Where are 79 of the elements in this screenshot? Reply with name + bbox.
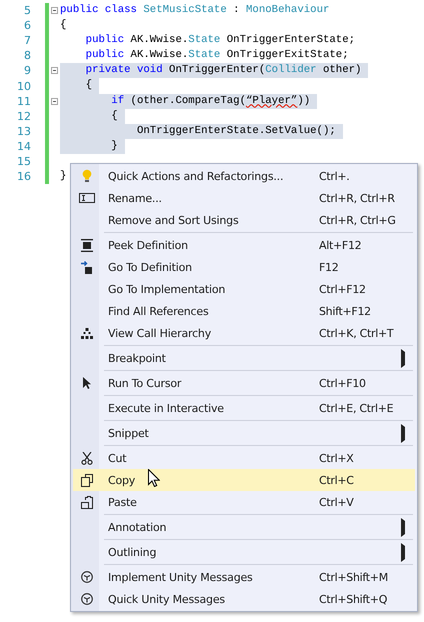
scissors-icon [81,452,93,464]
menu-item[interactable]: Quick Actions and Refactorings... Ctrl+. [73,165,415,187]
menu-label: Go To Definition [108,260,192,274]
menu-label: Peek Definition [108,238,188,252]
menu-label: Go To Implementation [108,282,226,296]
menu-label: Quick Unity Messages [108,592,225,606]
menu-item[interactable]: Go To Definition F12 [73,256,415,278]
code-line: public AK.Wwise.State OnTriggerExitState; [84,48,349,64]
line-number: 13 [16,124,31,138]
shortcut-text: Ctrl+F12 [319,282,367,296]
shortcut-text: F12 [319,260,340,274]
menu-item[interactable]: Rename... Ctrl+R, Ctrl+R [73,187,415,209]
menu-label: Cut [108,452,126,464]
menu-label: Implement Unity Messages [108,570,253,584]
shortcut-text: Ctrl+K, Ctrl+T [319,326,395,340]
go-to-definition-icon [81,260,92,274]
line-number: 8 [23,49,31,62]
line-number: 9 [23,64,31,78]
menu-item[interactable]: Remove and Sort Usings Ctrl+R, Ctrl+G [73,209,415,231]
shortcut-text: Alt+F12 [319,238,362,252]
pointer-icon [82,377,90,389]
menu-label: Breakpoint [108,352,166,364]
menu-item[interactable]: Go To Implementation Ctrl+F12 [73,278,415,300]
menu-label: Snippet [108,426,149,440]
menu-item[interactable]: Implement Unity Messages Ctrl+Shift+M [73,566,415,588]
paste-icon [81,496,93,508]
code-line: { [60,18,66,34]
menu-label: View Call Hierarchy [108,326,211,340]
line-number: 14 [16,140,31,153]
menu-label: Quick Actions and Refactorings... [108,170,284,182]
collapse-icon[interactable] [51,98,58,105]
shortcut-text: Ctrl+X [319,452,355,464]
shortcut-text: Ctrl+C [319,474,355,486]
line-number: 5 [23,4,31,18]
code-line: public AK.Wwise.State OnTriggerEnterState; [84,33,356,48]
shortcut-text: Ctrl+V [319,496,355,508]
shortcut-text: Ctrl+Shift+M [319,570,389,584]
menu-item[interactable]: Execute in Interactive Ctrl+E, Ctrl+E [73,397,415,419]
menu-label: Rename... [108,192,162,204]
menu-label: Find All References [108,304,208,318]
menu-item[interactable]: Peek Definition Alt+F12 [73,234,415,256]
line-number: 15 [16,154,31,168]
menu-label: Outlining [108,546,156,558]
peek-icon [81,238,93,252]
lightbulb-icon [82,170,92,182]
shortcut-text: Ctrl+F10 [319,376,367,390]
shortcut-text: Ctrl+E, Ctrl+E [319,402,394,414]
line-number: 11 [16,94,31,108]
menu-item[interactable]: Run To Cursor Ctrl+F10 [73,372,415,394]
rename-icon [79,193,95,203]
menu-item[interactable]: Paste Ctrl+V [73,491,415,513]
menu-label: Remove and Sort Usings [108,214,238,226]
line-number: 6 [23,19,31,32]
mouse-pointer-icon [148,469,160,487]
call-hierarchy-icon [81,328,93,338]
shortcut-text: Shift+F12 [319,304,372,318]
shortcut-text: Ctrl+Shift+Q [319,592,388,606]
menu-item[interactable]: Find All References Shift+F12 [73,300,415,322]
copy-icon [81,474,93,486]
line-number: 10 [16,80,31,93]
collapse-icon[interactable] [51,67,58,74]
shortcut-text: Ctrl+R, Ctrl+R [319,192,396,204]
code-line: public class SetMusicState : MonoBehaviour [60,3,330,18]
menu-item[interactable]: Quick Unity Messages Ctrl+Shift+Q [73,588,415,610]
shortcut-text: Ctrl+. [319,170,350,182]
line-number: 16 [16,170,31,184]
menu-item[interactable]: View Call Hierarchy Ctrl+K, Ctrl+T [73,322,415,344]
line-number: 12 [16,110,31,123]
shortcut-text: Ctrl+R, Ctrl+G [319,214,397,226]
menu-label: Paste [108,496,137,508]
line-number: 7 [23,34,31,48]
menu-label: Annotation [108,520,166,534]
menu-label: Copy [108,474,136,486]
code-line: } [60,169,66,184]
menu-item[interactable]: Copy Ctrl+C [73,469,415,491]
menu-item[interactable]: Cut Ctrl+X [73,447,415,469]
collapse-icon[interactable] [51,7,58,14]
menu-label: Run To Cursor [108,376,182,390]
menu-label: Execute in Interactive [108,402,224,414]
